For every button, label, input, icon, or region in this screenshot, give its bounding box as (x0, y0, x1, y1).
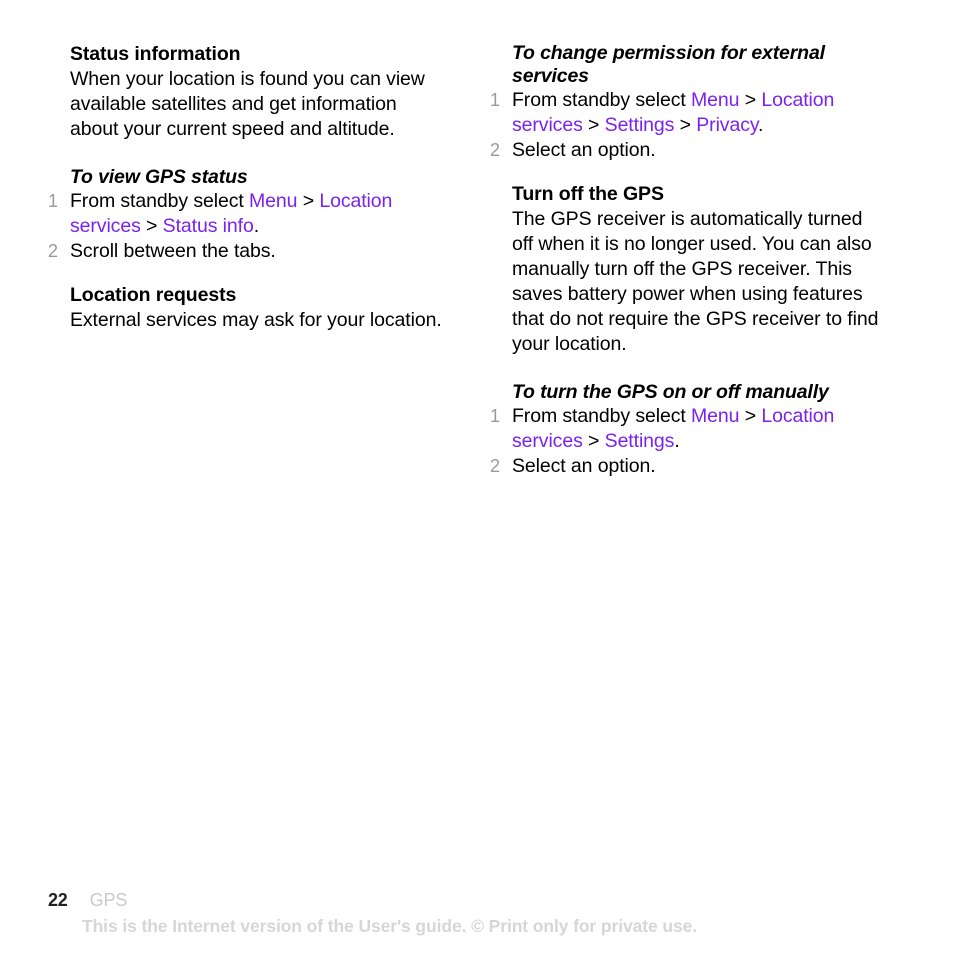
heading-to-view-gps-status: To view GPS status (70, 166, 248, 188)
right-column: To change permission for external servic… (490, 42, 884, 479)
step-number: 1 (490, 90, 500, 110)
list-item: 2 Select an option. (490, 138, 884, 163)
step-prefix: From standby select (512, 405, 691, 427)
page-number: 22 (48, 890, 68, 910)
page-footer: 22 GPS This is the Internet version of th… (48, 888, 928, 938)
step-prefix: From standby select (512, 89, 691, 111)
list-item: 1 From standby select Menu > Location se… (490, 404, 884, 454)
separator: > (739, 405, 762, 427)
link-settings[interactable]: Settings (605, 114, 675, 136)
steps-to-view-gps-status: 1 From standby select Menu > Location se… (48, 189, 442, 264)
link-settings[interactable]: Settings (605, 430, 675, 452)
separator: > (582, 430, 605, 452)
heading-turn-off-the-gps: Turn off the GPS (512, 183, 664, 205)
step-text: Scroll between the tabs. (70, 240, 276, 262)
footer-row: 22 GPS (48, 888, 928, 912)
list-item: 2 Scroll between the tabs. (48, 239, 442, 264)
step-suffix: . (758, 114, 764, 136)
heading-to-change-permission: To change permission for external servic… (512, 42, 825, 87)
separator: > (140, 215, 163, 237)
link-menu[interactable]: Menu (249, 190, 297, 212)
left-column: Status information When your location is… (48, 42, 442, 333)
step-number: 1 (48, 191, 58, 211)
step-number: 2 (490, 456, 500, 476)
footer-disclaimer: This is the Internet version of the User… (82, 916, 697, 936)
step-text: From standby select Menu > Location serv… (70, 190, 392, 237)
step-text: From standby select Menu > Location serv… (512, 89, 834, 136)
separator: > (582, 114, 605, 136)
paragraph-turn-off-the-gps: The GPS receiver is automatically turned… (512, 208, 879, 355)
separator: > (739, 89, 762, 111)
step-number: 2 (48, 241, 58, 261)
step-text: From standby select Menu > Location serv… (512, 405, 834, 452)
step-text: Select an option. (512, 455, 656, 477)
list-item: 1 From standby select Menu > Location se… (48, 189, 442, 239)
heading-status-information: Status information (70, 43, 241, 65)
link-menu[interactable]: Menu (691, 89, 739, 111)
list-item: 1 From standby select Menu > Location se… (490, 88, 884, 138)
document-page: Status information When your location is… (0, 0, 954, 954)
link-privacy[interactable]: Privacy (696, 114, 758, 136)
step-text: Select an option. (512, 139, 656, 161)
separator: > (674, 114, 697, 136)
section-name: GPS (89, 890, 128, 910)
heading-location-requests: Location requests (70, 284, 237, 306)
steps-to-turn-gps-on-or-off: 1 From standby select Menu > Location se… (490, 404, 884, 479)
link-menu[interactable]: Menu (691, 405, 739, 427)
separator: > (297, 190, 320, 212)
heading-to-turn-gps-on-or-off: To turn the GPS on or off manually (512, 381, 829, 403)
step-number: 1 (490, 406, 500, 426)
step-suffix: . (674, 430, 680, 452)
list-item: 2 Select an option. (490, 454, 884, 479)
step-suffix: . (253, 215, 260, 237)
paragraph-location-requests: External services may ask for your locat… (70, 309, 442, 331)
step-prefix: From standby select (70, 190, 249, 212)
link-status-info[interactable]: Status info (163, 215, 254, 237)
paragraph-status-information: When your location is found you can view… (70, 68, 425, 140)
steps-to-change-permission: 1 From standby select Menu > Location se… (490, 88, 884, 163)
step-number: 2 (490, 140, 500, 160)
